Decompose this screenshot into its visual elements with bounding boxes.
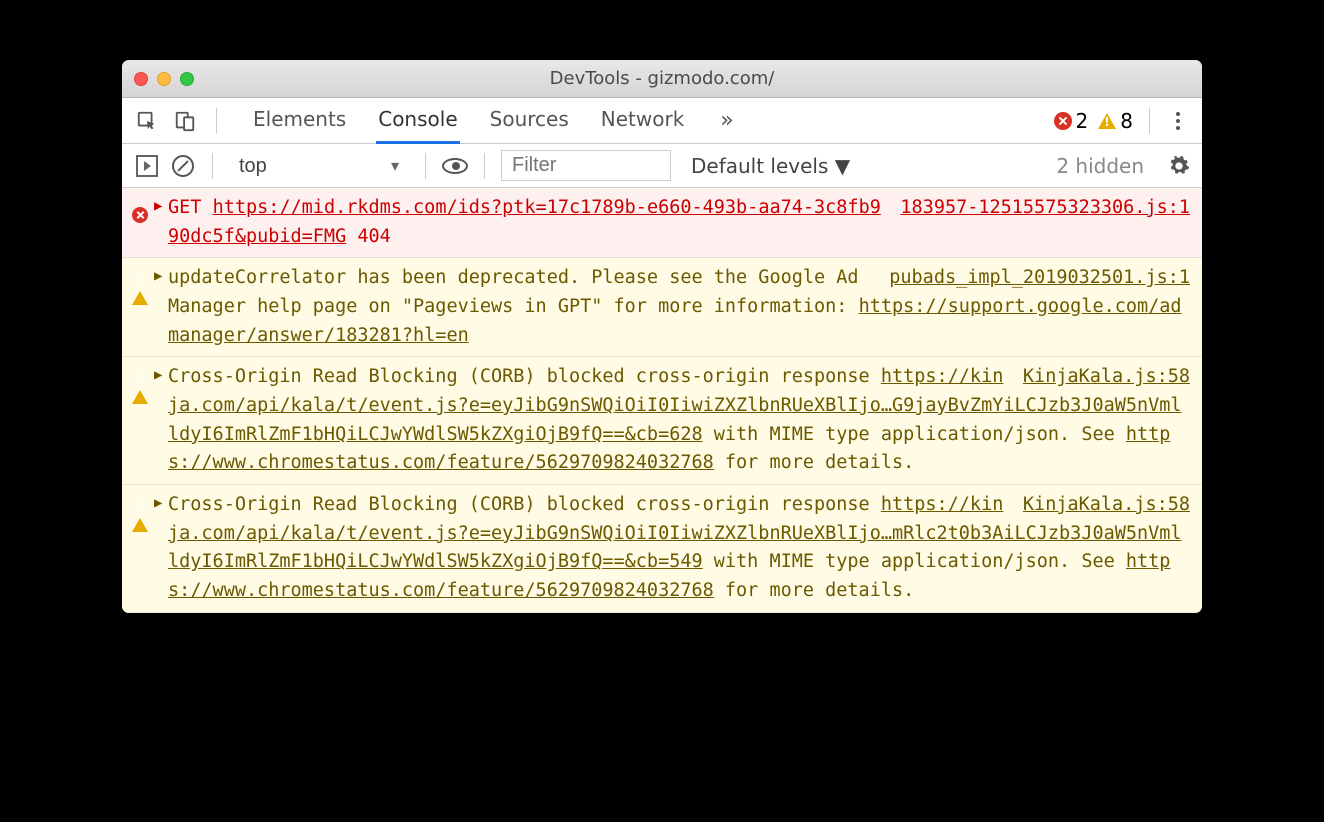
more-tabs-icon[interactable]: » [720,108,733,133]
log-message: KinjaKala.js:58 Cross-Origin Read Blocki… [168,491,1190,606]
context-selector[interactable]: top [229,151,409,181]
divider [484,153,485,179]
disclosure-triangle-icon[interactable]: ▶ [154,493,168,606]
toggle-sidebar-icon[interactable] [134,153,160,179]
source-link[interactable]: pubads_impl_2019032501.js:1 [889,264,1190,293]
disclosure-triangle-icon[interactable]: ▶ [154,196,168,251]
console-log-area: ▶ 183957-12515575323306.js:1 GET https:/… [122,188,1202,613]
inspect-element-icon[interactable] [134,108,160,134]
disclosure-triangle-icon[interactable]: ▶ [154,266,168,350]
http-method: GET [168,197,201,218]
panel-tabs: Elements Console Sources Network [251,97,686,144]
tab-sources[interactable]: Sources [488,97,571,144]
request-url[interactable]: https://mid.rkdms.com/ids?ptk=17c1789b-e… [168,197,881,247]
warning-count: 8 [1120,109,1133,133]
log-level-selector[interactable]: Default levels ▼ [691,154,850,178]
hidden-count[interactable]: 2 hidden [1056,154,1144,178]
log-text: Cross-Origin Read Blocking (CORB) blocke… [168,494,881,515]
log-entry-warning: ▶ KinjaKala.js:58 Cross-Origin Read Bloc… [122,485,1202,613]
settings-menu-icon[interactable] [1166,106,1190,136]
log-text: for more details. [714,580,914,601]
log-message: 183957-12515575323306.js:1 GET https://m… [168,194,1190,251]
disclosure-triangle-icon[interactable]: ▶ [154,365,168,478]
clear-console-icon[interactable] [170,153,196,179]
window-zoom-button[interactable] [180,72,194,86]
error-count: 2 [1076,109,1089,133]
warning-icon [132,267,154,350]
source-link[interactable]: 183957-12515575323306.js:1 [900,194,1190,223]
source-link[interactable]: KinjaKala.js:58 [1023,491,1190,520]
traffic-lights [134,72,194,86]
log-text: for more details. [714,452,914,473]
log-entry-warning: ▶ pubads_impl_2019032501.js:1 updateCorr… [122,258,1202,357]
titlebar: DevTools - gizmodo.com/ [122,60,1202,98]
log-text: with MIME type application/json. See [703,551,1126,572]
error-count-badge[interactable]: 2 [1054,109,1089,133]
warning-icon [132,366,154,478]
main-tabbar: Elements Console Sources Network » 2 8 [122,98,1202,144]
error-icon [1054,112,1072,130]
console-settings-icon[interactable] [1168,155,1190,177]
console-toolbar: top Default levels ▼ 2 hidden [122,144,1202,188]
log-entry-warning: ▶ KinjaKala.js:58 Cross-Origin Read Bloc… [122,357,1202,485]
log-text: Cross-Origin Read Blocking (CORB) blocke… [168,366,881,387]
log-message: KinjaKala.js:58 Cross-Origin Read Blocki… [168,363,1190,478]
window-close-button[interactable] [134,72,148,86]
device-toolbar-icon[interactable] [172,108,198,134]
live-expression-icon[interactable] [442,153,468,179]
warning-count-badge[interactable]: 8 [1098,109,1133,133]
tab-console[interactable]: Console [376,97,459,144]
warning-icon [132,494,154,606]
divider [425,153,426,179]
divider [1149,108,1150,134]
log-text: with MIME type application/json. See [703,424,1126,445]
source-link[interactable]: KinjaKala.js:58 [1023,363,1190,392]
log-text: updateCorrelator has been deprecated. Pl… [168,267,859,317]
window-title: DevTools - gizmodo.com/ [122,68,1202,89]
tab-network[interactable]: Network [599,97,687,144]
filter-input[interactable] [501,150,671,181]
warning-icon [1098,113,1116,129]
tab-elements[interactable]: Elements [251,97,348,144]
log-message: pubads_impl_2019032501.js:1 updateCorrel… [168,264,1190,350]
divider [212,153,213,179]
log-entry-error: ▶ 183957-12515575323306.js:1 GET https:/… [122,188,1202,258]
window-minimize-button[interactable] [157,72,171,86]
devtools-window: DevTools - gizmodo.com/ Elements Console… [122,60,1202,613]
error-icon [132,197,154,251]
status-code: 404 [357,226,390,247]
divider [216,108,217,134]
